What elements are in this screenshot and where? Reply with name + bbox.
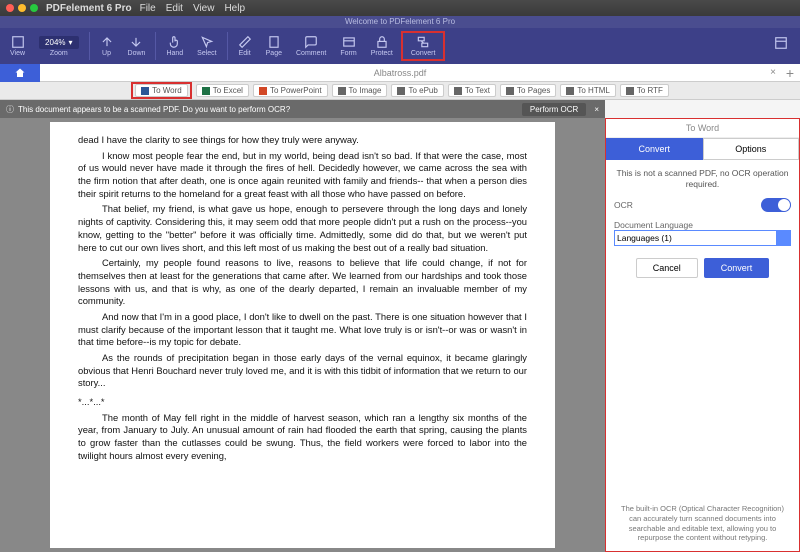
ocr-banner: ⓘThis document appears to be a scanned P… (0, 100, 605, 118)
panel-title: To Word (606, 119, 799, 138)
up-button[interactable]: Up (94, 33, 120, 59)
format-bar: To Word To Excel To PowerPoint To Image … (0, 82, 800, 100)
close-tab[interactable]: × (770, 67, 776, 78)
ocr-label: OCR (614, 200, 633, 210)
close-window[interactable] (6, 4, 14, 12)
zoom-control[interactable]: 204%▾Zoom (33, 34, 84, 59)
info-icon: ⓘ (6, 104, 14, 115)
ribbon-title: Welcome to PDFelement 6 Pro (0, 16, 800, 28)
cancel-button[interactable]: Cancel (636, 258, 698, 278)
menu-view[interactable]: View (193, 3, 215, 14)
to-word-highlight: To Word (131, 82, 192, 99)
minimize-window[interactable] (18, 4, 26, 12)
document-viewport[interactable]: dead I have the clarity to see things fo… (0, 118, 605, 552)
panel-tab-options[interactable]: Options (703, 138, 800, 160)
tab-bar: Albatross.pdf × + (0, 64, 800, 82)
document-title: Albatross.pdf (374, 68, 427, 78)
panel-footer: The built-in OCR (Optical Character Reco… (606, 496, 799, 551)
to-excel-button[interactable]: To Excel (196, 84, 249, 97)
to-html-button[interactable]: To HTML (560, 84, 615, 97)
language-select[interactable]: Languages (1) (614, 230, 791, 246)
protect-button[interactable]: Protect (365, 33, 399, 59)
to-epub-button[interactable]: To ePub (391, 84, 443, 97)
form-button[interactable]: Form (334, 33, 362, 59)
down-button[interactable]: Down (122, 33, 152, 59)
to-word-button[interactable]: To Word (135, 84, 188, 97)
view-button[interactable]: View (4, 33, 31, 59)
page-content: dead I have the clarity to see things fo… (50, 122, 555, 548)
hand-button[interactable]: Hand (160, 33, 189, 59)
panel-message: This is not a scanned PDF, no OCR operat… (614, 168, 791, 190)
to-pages-button[interactable]: To Pages (500, 84, 556, 97)
mac-titlebar: PDFelement 6 Pro File Edit View Help (0, 0, 800, 16)
panel-tab-convert[interactable]: Convert (606, 138, 703, 160)
to-rtf-button[interactable]: To RTF (620, 84, 669, 97)
convert-highlight: Convert (401, 31, 446, 61)
to-image-button[interactable]: To Image (332, 84, 388, 97)
home-tab[interactable] (0, 64, 40, 82)
maximize-window[interactable] (30, 4, 38, 12)
layout-icon[interactable] (768, 34, 794, 52)
language-label: Document Language (614, 220, 791, 230)
comment-button[interactable]: Comment (290, 33, 332, 59)
convert-action-button[interactable]: Convert (704, 258, 770, 278)
perform-ocr-button[interactable]: Perform OCR (522, 103, 586, 116)
ocr-toggle[interactable] (761, 198, 791, 212)
to-powerpoint-button[interactable]: To PowerPoint (253, 84, 328, 97)
convert-button[interactable]: Convert (405, 33, 442, 59)
app-name: PDFelement 6 Pro (46, 3, 132, 14)
to-text-button[interactable]: To Text (448, 84, 496, 97)
menu-edit[interactable]: Edit (166, 3, 183, 14)
ribbon: View 204%▾Zoom Up Down Hand Select Edit … (0, 28, 800, 64)
convert-panel: To Word Convert Options This is not a sc… (605, 118, 800, 552)
select-button[interactable]: Select (191, 33, 222, 59)
menu-file[interactable]: File (140, 3, 156, 14)
close-banner[interactable]: × (594, 105, 599, 114)
edit-button[interactable]: Edit (232, 33, 258, 59)
menu-help[interactable]: Help (224, 3, 245, 14)
new-tab[interactable]: + (786, 65, 794, 81)
page-button[interactable]: Page (260, 33, 288, 59)
